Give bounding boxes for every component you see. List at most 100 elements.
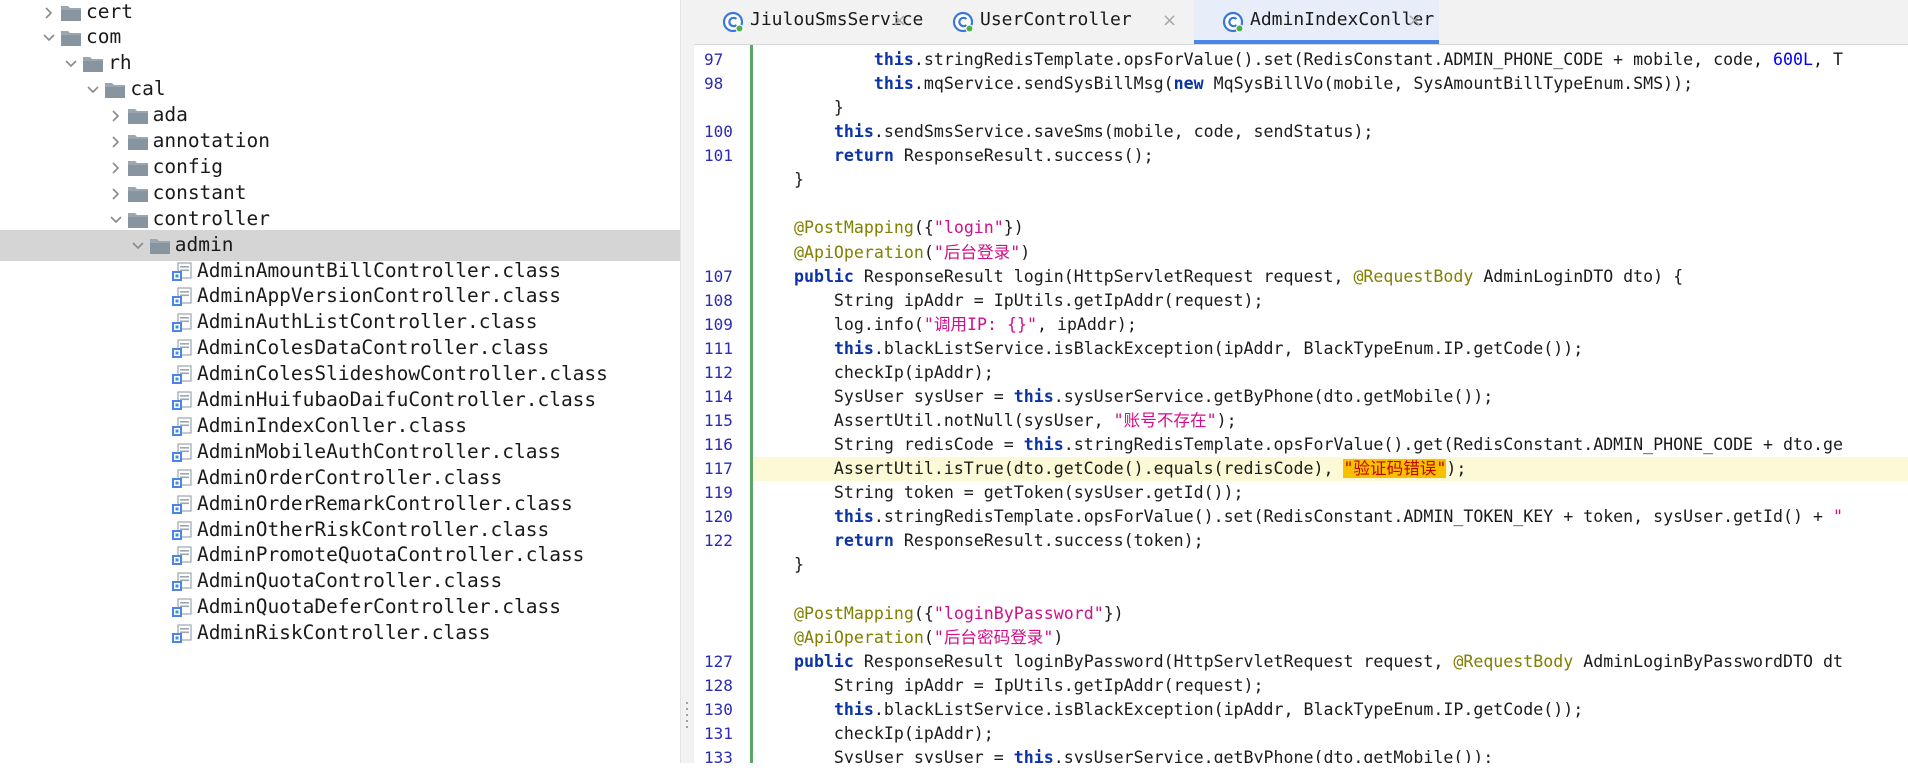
code-line[interactable] <box>754 578 1908 602</box>
code-token: } <box>754 170 804 190</box>
splitter-grip[interactable] <box>684 700 690 728</box>
code-line[interactable]: return ResponseResult.success(token); <box>754 529 1908 553</box>
code-token: "账号不存在" <box>1113 411 1217 431</box>
folder-icon <box>127 160 148 176</box>
code-token: "后台登录" <box>933 242 1021 262</box>
line-number: 111 <box>704 338 733 358</box>
line-number: 116 <box>704 435 733 455</box>
code-line[interactable]: checkIp(ipAddr); <box>754 361 1908 385</box>
code-line[interactable]: SysUser sysUser = this.sysUserService.ge… <box>754 746 1908 763</box>
code-line[interactable]: this.blackListService.isBlackException(i… <box>754 337 1908 361</box>
class-file-icon <box>172 572 192 592</box>
tree-node-label: ada <box>152 103 188 127</box>
line-number-gutter: 97 98 100 101 107 108 109 111 112 114 115 116 117 119… <box>694 45 752 767</box>
java-class-icon <box>722 11 744 33</box>
chevron-right-icon[interactable] <box>109 109 123 123</box>
class-file-icon <box>172 546 192 566</box>
folder-icon <box>127 212 148 228</box>
class-file-icon <box>172 624 192 644</box>
code-line[interactable]: this.stringRedisTemplate.opsForValue().s… <box>754 48 1908 72</box>
code-line[interactable]: } <box>754 96 1908 120</box>
code-token: log.info( <box>754 314 924 334</box>
code-token: this <box>1013 748 1054 763</box>
code-line[interactable]: log.info("调用IP: {}", ipAddr); <box>754 313 1908 337</box>
code-line[interactable]: SysUser sysUser = this.sysUserService.ge… <box>754 385 1908 409</box>
line-number: 108 <box>704 290 733 310</box>
editor-tab[interactable]: AdminIndexConller × <box>1194 0 1439 44</box>
code-line[interactable]: @PostMapping({"loginByPassword"}) <box>754 602 1908 626</box>
editor-tab[interactable]: UserController × <box>924 0 1194 44</box>
line-number: 109 <box>704 314 733 334</box>
chevron-right-icon[interactable] <box>109 187 123 201</box>
code-token: "后台密码登录" <box>933 627 1054 647</box>
code-token: .blackListService.isBlackException(ipAdd… <box>873 338 1584 358</box>
tree-node[interactable]: AdminRiskController.class <box>0 618 680 649</box>
editor-tab[interactable]: JiulouSmsService × <box>694 0 924 44</box>
code-token: return <box>833 146 894 166</box>
class-file-icon <box>172 287 192 307</box>
code-line[interactable]: String ipAddr = IpUtils.getIpAddr(reques… <box>754 674 1908 698</box>
code-line[interactable]: this.stringRedisTemplate.opsForValue().s… <box>754 505 1908 529</box>
code-line[interactable]: @ApiOperation("后台密码登录") <box>754 626 1908 650</box>
code-line[interactable]: AssertUtil.notNull(sysUser, "账号不存在"); <box>754 409 1908 433</box>
tree-node-label: AdminMobileAuthController.class <box>197 439 561 463</box>
code-token: .sysUserService.getByPhone(dto.getMobile… <box>1053 748 1494 763</box>
code-token: } <box>754 555 804 575</box>
code-line[interactable]: return ResponseResult.success(); <box>754 144 1908 168</box>
close-icon[interactable]: × <box>1407 10 1422 32</box>
code-token: 600L <box>1773 50 1813 69</box>
tree-node-label: AdminColesSlideshowController.class <box>197 362 608 386</box>
chevron-right-icon[interactable] <box>42 6 56 20</box>
folder-icon <box>61 5 81 21</box>
code-token: .blackListService.isBlackException(ipAdd… <box>873 699 1584 719</box>
code-token: .stringRedisTemplate.opsForValue().get(R… <box>1063 435 1843 455</box>
chevron-down-icon[interactable] <box>86 83 100 97</box>
code-line[interactable]: } <box>754 553 1908 577</box>
code-line[interactable]: String redisCode = this.stringRedisTempl… <box>754 433 1908 457</box>
code-line[interactable]: checkIp(ipAddr); <box>754 722 1908 746</box>
code-token: @ApiOperation <box>793 627 924 647</box>
close-icon[interactable]: × <box>1162 10 1177 32</box>
code-line[interactable] <box>754 192 1908 216</box>
line-number: 117 <box>704 459 733 479</box>
tree-node-label: controller <box>152 206 270 230</box>
code-token: @PostMapping <box>793 218 914 238</box>
chevron-down-icon[interactable] <box>64 57 78 71</box>
code-token: ) <box>1053 627 1064 647</box>
folder-icon <box>83 57 104 73</box>
code-line[interactable]: } <box>754 168 1908 192</box>
code-line[interactable]: String token = getToken(sysUser.getId())… <box>754 481 1908 505</box>
folder-icon <box>105 83 126 99</box>
code-area[interactable]: this.stringRedisTemplate.opsForValue().s… <box>754 45 1908 763</box>
chevron-right-icon[interactable] <box>109 161 123 175</box>
line-number: 112 <box>704 362 733 382</box>
code-editor: JiulouSmsService × UserController × AdminInd… <box>694 0 1908 767</box>
code-line[interactable]: String ipAddr = IpUtils.getIpAddr(reques… <box>754 289 1908 313</box>
code-token: ResponseResult.success(token); <box>893 531 1204 551</box>
code-line[interactable]: this.sendSmsService.saveSms(mobile, code… <box>754 120 1908 144</box>
code-line[interactable]: public ResponseResult loginByPassword(Ht… <box>754 650 1908 674</box>
line-number: 100 <box>704 122 733 142</box>
code-token: ResponseResult.success(); <box>893 146 1154 166</box>
chevron-down-icon[interactable] <box>109 213 123 227</box>
code-token: this <box>833 122 874 142</box>
close-icon[interactable]: × <box>892 10 907 32</box>
tree-node-label: AdminColesDataController.class <box>197 336 550 360</box>
code-line[interactable]: @PostMapping({"login"}) <box>754 216 1908 240</box>
code-token: ResponseResult loginByPassword(HttpServl… <box>853 651 1454 671</box>
code-line[interactable]: this.mqService.sendSysBillMsg(new MqSysB… <box>754 72 1908 96</box>
line-number: 130 <box>704 699 733 719</box>
code-token: this <box>833 699 874 719</box>
code-line[interactable]: public ResponseResult login(HttpServletR… <box>754 265 1908 289</box>
code-line[interactable]: @ApiOperation("后台登录") <box>754 241 1908 265</box>
chevron-down-icon[interactable] <box>131 239 145 253</box>
current-code-line[interactable]: AssertUtil.isTrue(dto.getCode().equals(r… <box>754 457 1908 482</box>
chevron-down-icon[interactable] <box>42 31 56 45</box>
chevron-right-icon[interactable] <box>109 135 123 149</box>
code-token: ); <box>1216 411 1237 431</box>
code-line[interactable]: this.blackListService.isBlackException(i… <box>754 698 1908 722</box>
java-class-icon <box>1222 11 1244 33</box>
